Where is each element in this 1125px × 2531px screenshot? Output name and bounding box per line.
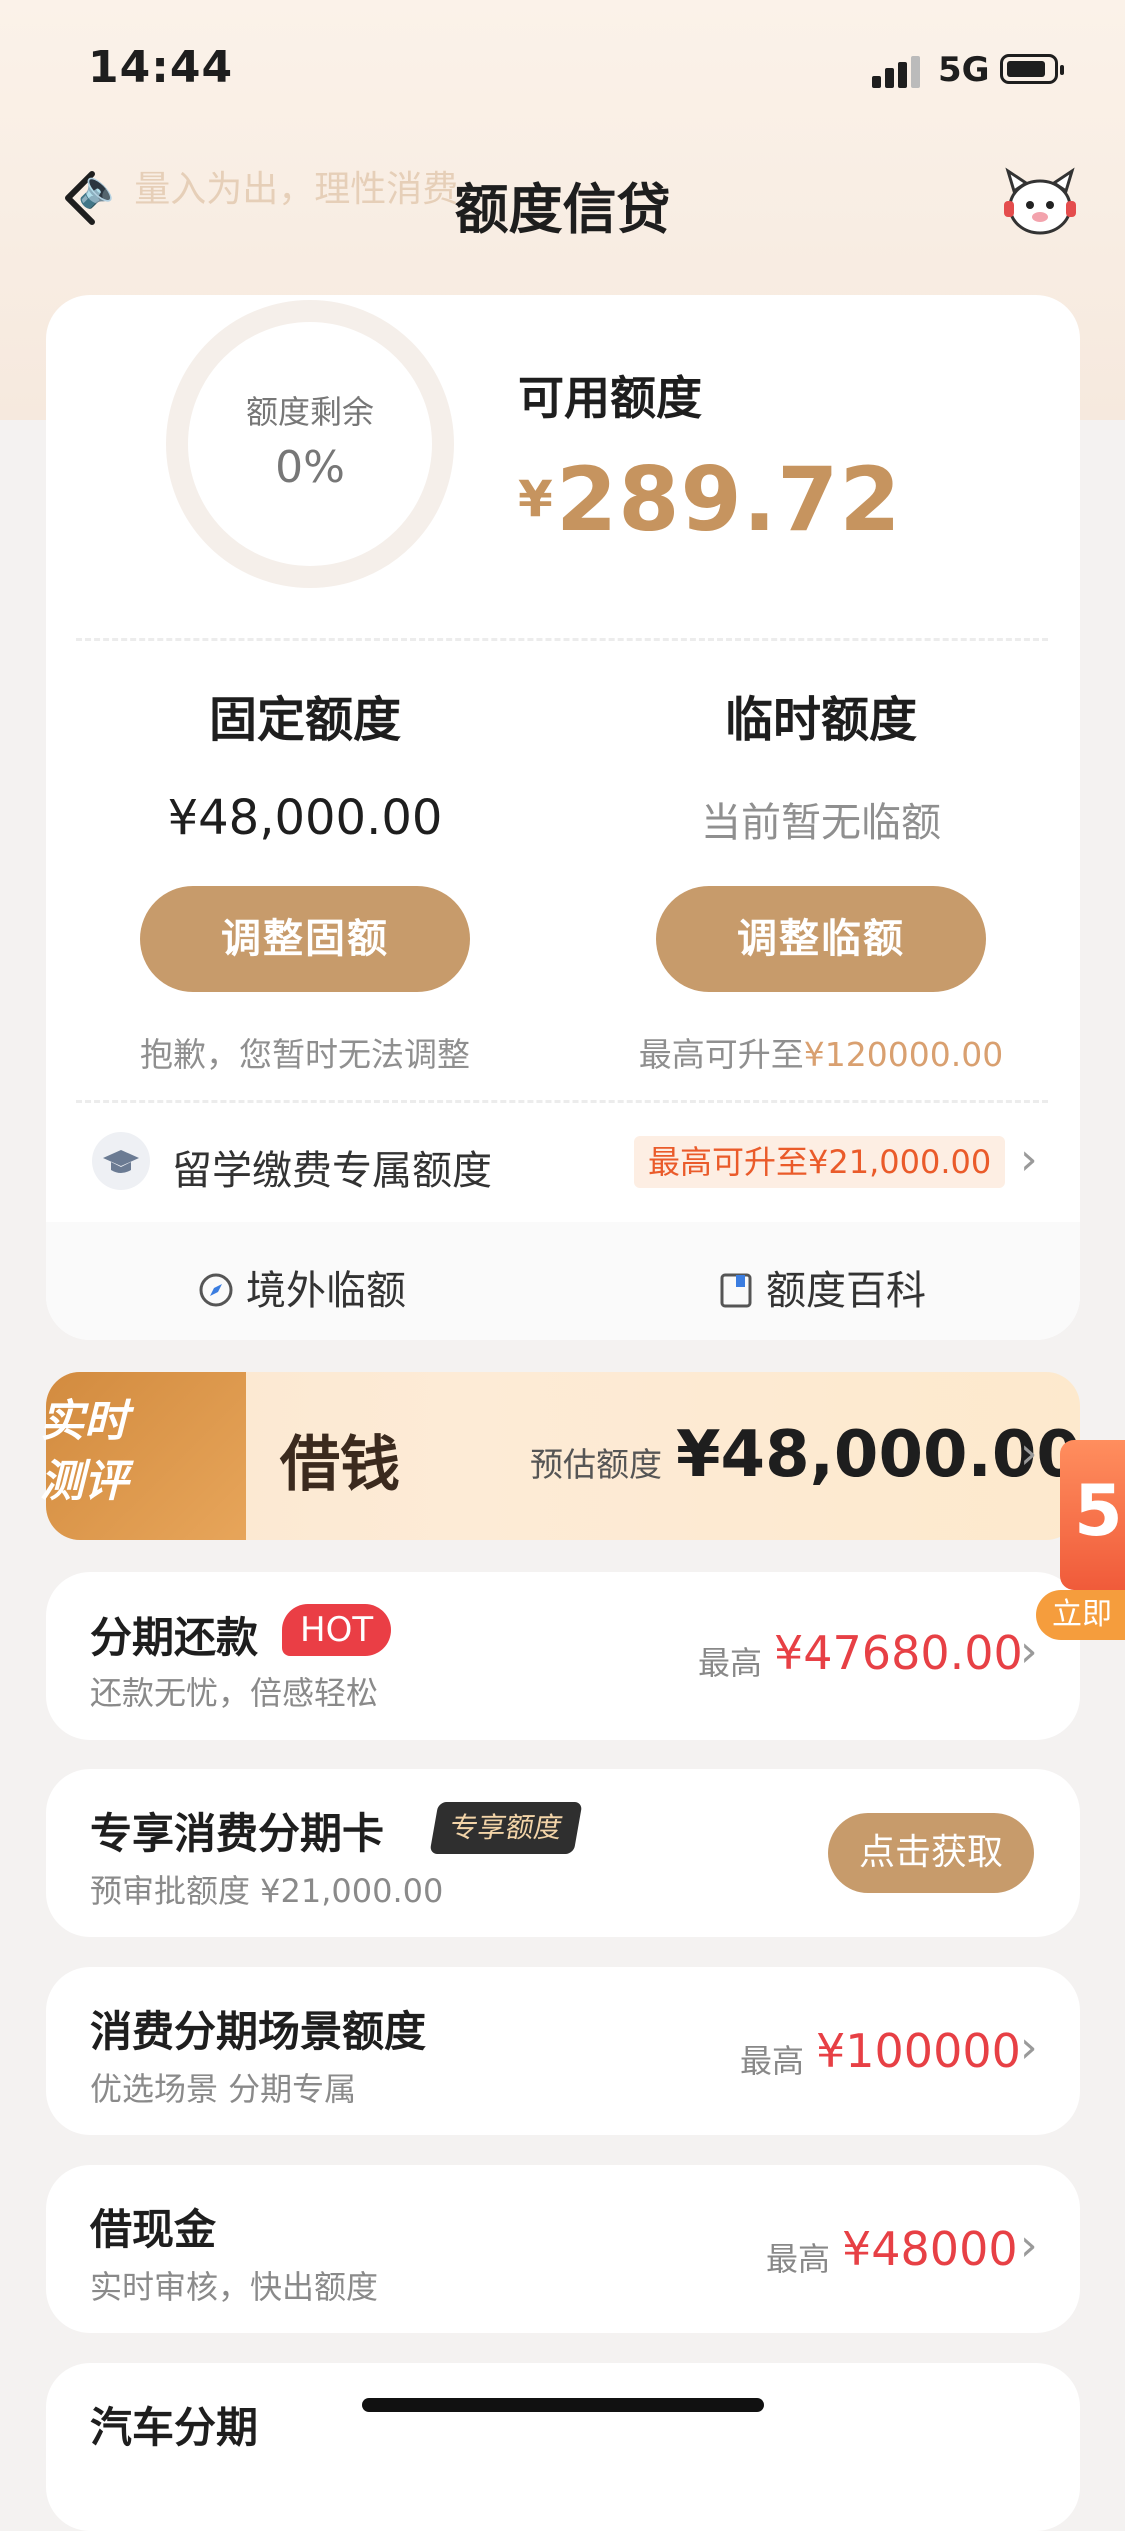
cellular-signal-icon [872, 56, 920, 88]
adjust-temporary-button[interactable]: 调整临额 [656, 886, 986, 992]
list-item-subtitle: 实时审核，快出额度 [90, 2268, 379, 2306]
list-item-subtitle: 优选场景 分期专属 [90, 2070, 357, 2108]
wiki-label: 额度百科 [766, 1268, 926, 1314]
list-item-subtitle: 预审批额度 ¥21,000.00 [90, 1872, 444, 1910]
max-label: 最高 [766, 2240, 831, 2278]
graduation-cap-icon [92, 1132, 150, 1190]
tag-line-1: 实时 [40, 1396, 128, 1447]
exclusive-badge: 专享额度 [429, 1802, 583, 1854]
page-title: 额度信贷 [454, 178, 671, 241]
chevron-right-icon[interactable]: › [1020, 2022, 1038, 2073]
loan-title: 借钱 [280, 1430, 400, 1500]
available-currency: ¥ [518, 470, 553, 528]
floating-promo-digit: 5 [1074, 1470, 1123, 1552]
ring-label: 额度剩余 [245, 393, 374, 431]
list-item-title: 汽车分期 [90, 2403, 259, 2452]
temporary-note-amount: ¥120000.00 [803, 1035, 1004, 1074]
status-bar: 14:44 5G [0, 0, 1125, 130]
available-amount: 289.72 [556, 448, 902, 551]
available-label: 可用额度 [518, 371, 702, 425]
chevron-right-icon[interactable]: › [1020, 2220, 1038, 2271]
fixed-quota-title: 固定额度 [208, 692, 401, 748]
status-time: 14:44 [88, 42, 234, 93]
floating-promo[interactable]: 5 [1060, 1440, 1125, 1590]
network-type: 5G [938, 50, 990, 90]
temporary-note-prefix: 最高可升至 [638, 1035, 804, 1074]
home-indicator [362, 2398, 764, 2412]
adjust-fixed-button[interactable]: 调整固额 [140, 886, 470, 992]
chevron-right-icon[interactable]: › [1020, 1626, 1038, 1677]
compass-icon [199, 1273, 233, 1307]
chevron-right-icon[interactable]: › [1020, 1134, 1038, 1185]
quota-wiki-link[interactable]: 额度百科 [716, 1258, 926, 1316]
overseas-label: 境外临额 [246, 1268, 406, 1314]
ring-value: 0% [275, 442, 345, 493]
realtime-eval-tag: 实时 测评 [40, 1392, 200, 1512]
list-item-title: 借现金 [90, 2205, 217, 2254]
book-icon [720, 1273, 752, 1308]
max-amount: ¥48000 [842, 2222, 1018, 2276]
floating-promo-button[interactable]: 立即 [1036, 1590, 1125, 1640]
temporary-quota-title: 临时额度 [724, 692, 917, 748]
max-label: 最高 [740, 2042, 805, 2080]
divider [76, 638, 1048, 641]
estimate-label: 预估额度 [530, 1445, 662, 1484]
chevron-right-icon[interactable]: › [1020, 1428, 1038, 1479]
hot-badge: HOT [282, 1604, 392, 1656]
mascot-avatar-icon[interactable] [1000, 165, 1080, 239]
divider [76, 1100, 1048, 1103]
get-now-button[interactable]: 点击获取 [828, 1813, 1034, 1893]
battery-icon [1000, 54, 1064, 84]
list-item-title: 专享消费分期卡 [90, 1809, 385, 1858]
list-item-title: 分期还款 [90, 1613, 259, 1662]
max-amount: ¥47680.00 [774, 1626, 1023, 1680]
list-item-title: 消费分期场景额度 [90, 2007, 427, 2056]
overseas-temp-quota-link[interactable]: 境外临额 [196, 1258, 406, 1316]
fixed-quota-note: 抱歉，您暂时无法调整 [140, 1035, 470, 1074]
study-abroad-label[interactable]: 留学缴费专属额度 [172, 1138, 492, 1196]
study-abroad-badge: 最高可升至¥21,000.00 [634, 1136, 1006, 1188]
tag-line-2: 测评 [40, 1456, 128, 1507]
max-amount: ¥100000 [816, 2024, 1021, 2078]
list-item-subtitle: 还款无忧，倍感轻松 [90, 1674, 379, 1712]
temporary-quota-note: 最高可升至¥120000.00 [571, 1028, 1071, 1076]
temporary-quota-status: 当前暂无临额 [701, 800, 941, 846]
max-label: 最高 [698, 1644, 763, 1682]
fixed-quota-amount: ¥48,000.00 [167, 790, 443, 846]
